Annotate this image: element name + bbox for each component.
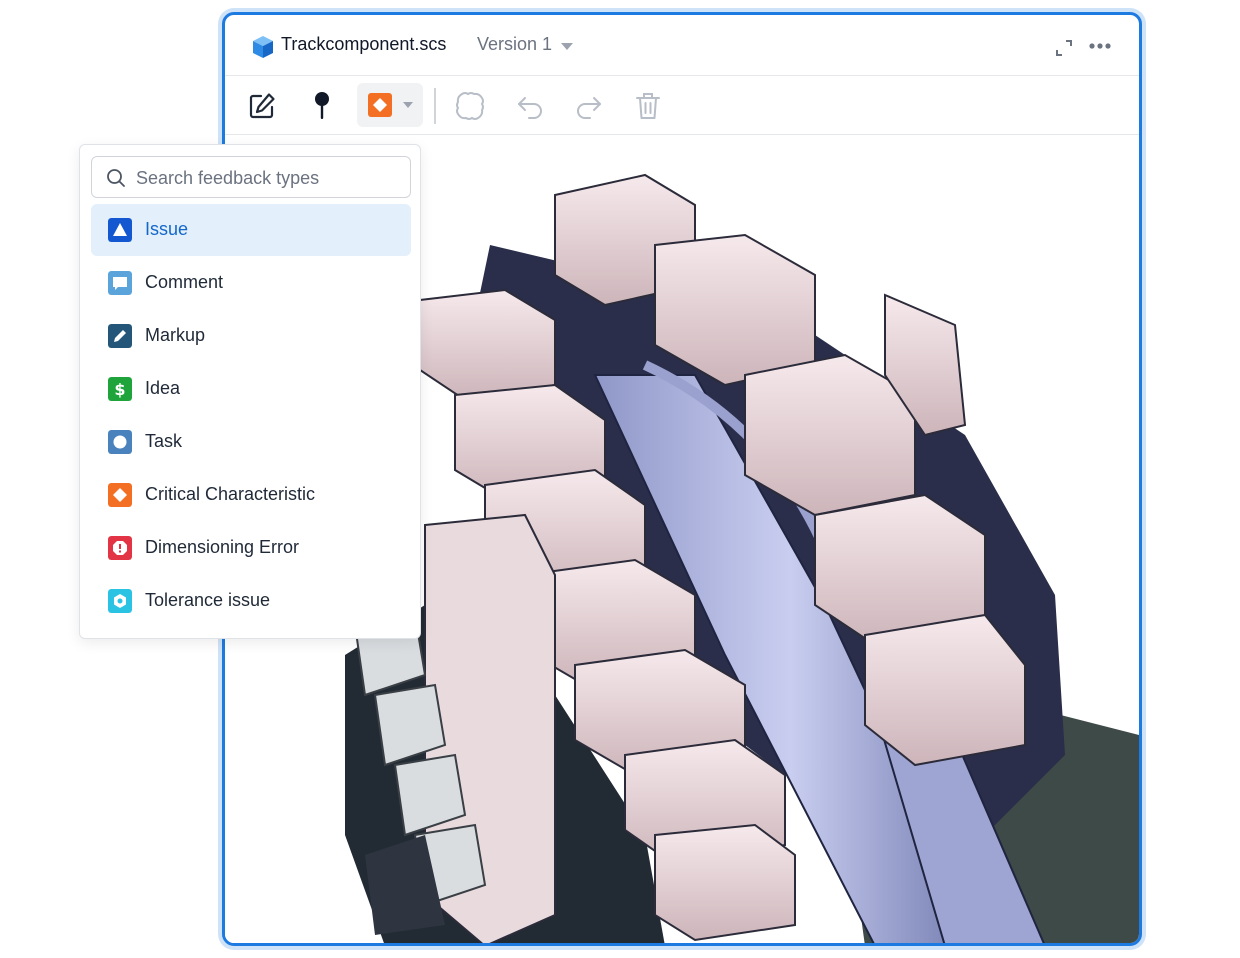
menu-item-idea[interactable]: $ Idea xyxy=(91,363,411,415)
redo-button[interactable] xyxy=(573,90,605,122)
menu-item-task[interactable]: Task xyxy=(91,416,411,468)
dimensioning-error-icon xyxy=(108,536,132,560)
pin-tool-button[interactable] xyxy=(306,90,338,122)
expand-icon[interactable] xyxy=(1055,39,1073,57)
undo-button[interactable] xyxy=(514,90,546,122)
lasso-select-icon xyxy=(456,92,484,120)
menu-item-comment[interactable]: Comment xyxy=(91,257,411,309)
undo-icon xyxy=(518,97,542,119)
task-icon xyxy=(108,430,132,454)
trash-icon xyxy=(636,93,660,119)
idea-icon: $ xyxy=(108,377,132,401)
lasso-select-button[interactable] xyxy=(454,90,486,122)
menu-item-dimensioning-error[interactable]: Dimensioning Error xyxy=(91,522,411,574)
feedback-type-button[interactable] xyxy=(357,83,423,127)
version-select[interactable]: Version 1 xyxy=(477,34,552,55)
critical-characteristic-icon xyxy=(108,483,132,507)
menu-item-critical-characteristic[interactable]: Critical Characteristic xyxy=(91,469,411,521)
search-field[interactable] xyxy=(91,156,411,199)
feedback-type-dropdown: Issue Comment Markup $ Idea Task xyxy=(79,144,421,639)
menu-item-label: Issue xyxy=(145,219,189,239)
menu-item-label: Comment xyxy=(145,272,224,292)
more-icon[interactable] xyxy=(1089,43,1111,49)
redo-icon xyxy=(577,97,601,119)
chevron-down-icon xyxy=(403,102,413,108)
svg-text:$: $ xyxy=(114,380,125,399)
delete-button[interactable] xyxy=(632,90,664,122)
menu-item-label: Dimensioning Error xyxy=(145,537,300,557)
markup-icon xyxy=(108,324,132,348)
toolbar xyxy=(225,76,1139,135)
file-name: Trackcomponent.scs xyxy=(281,34,447,54)
search-icon xyxy=(107,169,125,187)
menu-item-tolerance-issue[interactable]: Tolerance issue xyxy=(91,575,411,627)
edit-tool-button[interactable] xyxy=(246,90,278,122)
toolbar-divider xyxy=(434,88,436,124)
menu-item-label: Task xyxy=(145,431,183,451)
search-input[interactable] xyxy=(134,157,408,199)
chevron-down-icon[interactable] xyxy=(561,43,573,51)
menu-item-label: Critical Characteristic xyxy=(145,484,316,504)
menu-item-label: Idea xyxy=(145,378,181,398)
pin-icon xyxy=(315,92,329,119)
cube-icon xyxy=(253,36,273,58)
title-bar: Trackcomponent.scs Version 1 xyxy=(225,15,1139,76)
menu-item-markup[interactable]: Markup xyxy=(91,310,411,362)
menu-item-issue[interactable]: Issue xyxy=(91,204,411,256)
menu-item-label: Tolerance issue xyxy=(145,590,271,610)
edit-icon xyxy=(249,93,275,119)
tolerance-issue-icon xyxy=(108,589,132,613)
feedback-type-icon xyxy=(368,93,392,117)
menu-item-label: Markup xyxy=(145,325,206,345)
issue-icon xyxy=(108,218,132,242)
comment-icon xyxy=(108,271,132,295)
